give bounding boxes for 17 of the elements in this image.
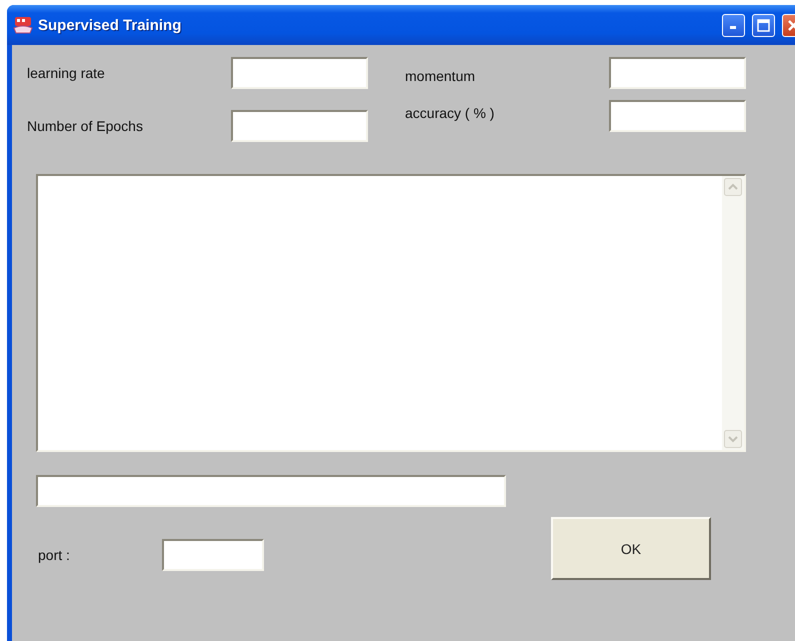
input-field[interactable] (231, 110, 368, 142)
field-label: port : (38, 547, 71, 563)
window-title: Supervised Training (38, 16, 182, 34)
input-field[interactable] (609, 57, 746, 89)
field-label: learning rate (27, 65, 106, 81)
maximize-button[interactable] (752, 14, 775, 36)
port-field[interactable] (162, 539, 264, 571)
maximize-icon (757, 18, 770, 32)
input-field[interactable] (36, 475, 506, 507)
minimize-button[interactable] (722, 14, 745, 36)
ok-button[interactable]: OK (551, 517, 711, 580)
input-field[interactable] (609, 100, 746, 132)
input-field[interactable] (231, 57, 368, 89)
app-icon (13, 16, 33, 34)
field-label: accuracy ( % ) (405, 104, 496, 121)
field-label: momentum (405, 66, 476, 84)
field-label: Number of Epochs (27, 118, 144, 134)
